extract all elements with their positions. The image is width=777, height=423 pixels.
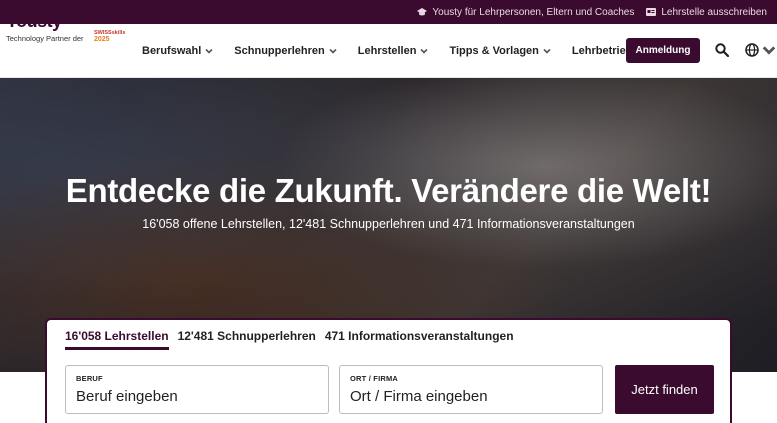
search-submit-button[interactable]: Jetzt finden bbox=[615, 365, 714, 414]
chevron-down-icon bbox=[762, 46, 776, 55]
search-card: 16'058 Lehrstellen 12'481 Schnupperlehre… bbox=[45, 318, 732, 423]
topbar-link-post-apprenticeship[interactable]: Lehrstelle ausschreiben bbox=[646, 7, 767, 18]
logo-wordmark: Yousty bbox=[6, 11, 62, 31]
hero-subtitle: 16'058 offene Lehrstellen, 12'481 Schnup… bbox=[142, 217, 635, 231]
nav-menu: Berufswahl Schnupperlehren Lehrstellen T… bbox=[142, 24, 672, 78]
location-field-label: ORT / FIRMA bbox=[350, 374, 399, 383]
top-utility-bar: Yousty für Lehrpersonen, Eltern und Coac… bbox=[0, 0, 777, 24]
language-switcher[interactable] bbox=[745, 43, 776, 57]
chevron-down-icon bbox=[420, 48, 429, 54]
id-card-icon bbox=[646, 8, 657, 16]
search-icon[interactable] bbox=[715, 43, 729, 57]
profession-field[interactable]: BERUF bbox=[65, 365, 329, 414]
chevron-down-icon bbox=[329, 48, 337, 54]
chevron-down-icon bbox=[205, 48, 213, 54]
graduation-cap-icon bbox=[417, 8, 428, 16]
profession-input[interactable] bbox=[76, 388, 318, 405]
topbar-link-educators[interactable]: Yousty für Lehrpersonen, Eltern und Coac… bbox=[417, 7, 634, 18]
chevron-down-icon bbox=[543, 48, 551, 54]
location-field[interactable]: ORT / FIRMA bbox=[339, 365, 603, 414]
tab-informationsveranstaltungen[interactable]: 471 Informationsveranstaltungen bbox=[325, 329, 514, 350]
topbar-link-label: Lehrstelle ausschreiben bbox=[661, 6, 767, 18]
globe-icon bbox=[745, 43, 759, 57]
swissskills-year: 2025 bbox=[94, 36, 110, 43]
nav-item-berufswahl[interactable]: Berufswahl bbox=[142, 45, 213, 57]
tab-lehrstellen[interactable]: 16'058 Lehrstellen bbox=[65, 329, 169, 350]
login-button[interactable]: Anmeldung bbox=[626, 38, 700, 63]
hero-title: Entdecke die Zukunft. Verändere die Welt… bbox=[65, 172, 712, 209]
tab-schnupperlehren[interactable]: 12'481 Schnupperlehren bbox=[178, 329, 316, 350]
logo-tagline: Technology Partner der bbox=[6, 34, 84, 43]
search-tabs: 16'058 Lehrstellen 12'481 Schnupperlehre… bbox=[65, 329, 514, 350]
nav-item-label: Tipps & Vorlagen bbox=[449, 45, 539, 57]
nav-item-label: Schnupperlehren bbox=[234, 45, 325, 57]
swissskills-logo: SWISSskills 2025 bbox=[94, 30, 132, 50]
brand-logo[interactable]: Yousty Technology Partner der bbox=[6, 12, 94, 43]
nav-item-tipps-vorlagen[interactable]: Tipps & Vorlagen bbox=[449, 45, 551, 57]
location-input[interactable] bbox=[350, 388, 592, 405]
nav-item-label: Lehrstellen bbox=[357, 45, 417, 57]
nav-item-lehrstellen[interactable]: Lehrstellen bbox=[358, 45, 429, 57]
nav-item-schnupperlehren[interactable]: Schnupperlehren bbox=[234, 45, 337, 57]
nav-item-label: Berufswahl bbox=[142, 45, 202, 57]
profession-field-label: BERUF bbox=[76, 374, 103, 383]
topbar-link-label: Yousty für Lehrpersonen, Eltern und Coac… bbox=[432, 6, 635, 18]
